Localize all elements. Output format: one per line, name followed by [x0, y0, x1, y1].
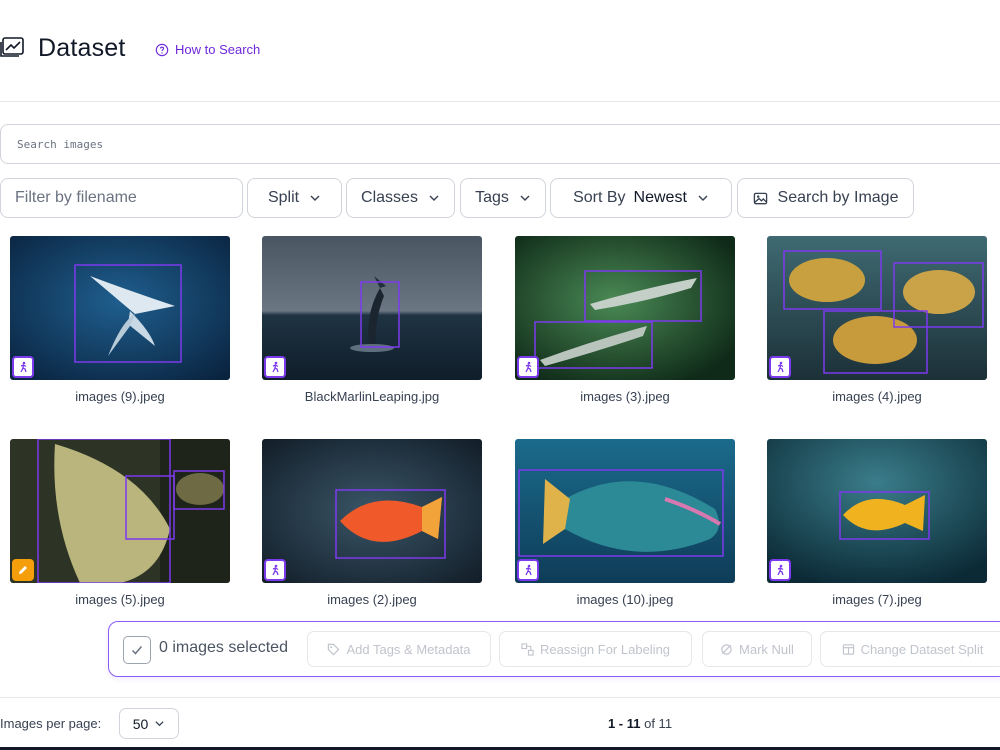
image-thumbnail[interactable] [262, 439, 482, 583]
image-thumbnail[interactable] [262, 236, 482, 380]
mark-null-button[interactable]: Mark Null [702, 631, 812, 667]
classes-label: Classes [361, 189, 418, 206]
image-thumbnail[interactable] [515, 236, 735, 380]
selection-action-bar: 0 images selected Add Tags & Metadata Re… [108, 621, 1000, 677]
split-dropdown[interactable]: Split [247, 178, 342, 218]
image-filename: images (4).jpeg [832, 389, 922, 404]
person-run-icon [20, 361, 27, 373]
selected-count: 0 images selected [159, 639, 288, 656]
tags-label: Tags [475, 189, 509, 206]
chevron-down-icon [310, 195, 320, 201]
search-by-image-label: Search by Image [777, 189, 899, 206]
reassign-labeling-button[interactable]: Reassign For Labeling [499, 631, 692, 667]
image-thumbnail[interactable] [515, 439, 735, 583]
status-badge [264, 559, 286, 581]
sort-dropdown[interactable]: Sort By Newest [550, 178, 732, 218]
change-split-button[interactable]: Change Dataset Split [820, 631, 1000, 667]
pagination-info: 1 - 11 of 11 [560, 716, 720, 731]
per-page-value: 50 [132, 715, 149, 732]
null-icon [721, 643, 732, 655]
reassign-labeling-label: Reassign For Labeling [539, 641, 671, 657]
add-tags-label: Add Tags & Metadata [346, 641, 471, 657]
search-input[interactable] [1, 125, 1000, 163]
person-run-icon [272, 564, 279, 576]
image-mackerel [515, 236, 735, 380]
status-badge [264, 356, 286, 378]
image-black-marlin [262, 236, 482, 380]
search-box [0, 124, 1000, 164]
how-to-search-link[interactable]: How to Search [155, 42, 260, 57]
filename-filter [0, 178, 243, 218]
how-to-search-label: How to Search [175, 42, 261, 57]
person-run-icon [525, 564, 532, 576]
image-icon [753, 192, 767, 204]
reassign-icon [521, 642, 534, 656]
image-red-fish [262, 439, 482, 583]
image-thumbnail[interactable] [10, 236, 230, 380]
add-tags-button[interactable]: Add Tags & Metadata [307, 631, 491, 667]
image-filename: images (5).jpeg [75, 592, 165, 607]
page-title: Dataset [38, 34, 126, 62]
search-by-image-button[interactable]: Search by Image [737, 178, 914, 218]
header-divider [0, 101, 1000, 102]
image-filename: images (7).jpeg [832, 592, 922, 607]
split-label: Split [267, 189, 300, 206]
status-badge [517, 356, 539, 378]
person-run-icon [777, 361, 784, 373]
image-yellow-fish [767, 439, 987, 583]
chevron-down-icon [520, 195, 530, 201]
status-badge [12, 559, 34, 581]
dataset-icon [0, 37, 24, 57]
page-total: of 11 [644, 716, 673, 731]
image-thumbnail[interactable] [767, 236, 987, 380]
per-page-select[interactable]: 50 [119, 708, 179, 739]
classes-dropdown[interactable]: Classes [346, 178, 455, 218]
image-filename: BlackMarlinLeaping.jpg [304, 389, 440, 404]
image-filename: images (10).jpeg [576, 592, 674, 607]
chevron-down-icon [698, 195, 708, 201]
person-run-icon [272, 361, 279, 373]
person-run-icon [777, 564, 784, 576]
image-grouper [10, 439, 230, 583]
check-icon [131, 646, 143, 655]
change-split-label: Change Dataset Split [860, 641, 984, 657]
status-badge [769, 559, 791, 581]
select-all-checkbox[interactable] [123, 636, 151, 664]
chevron-down-icon [155, 721, 164, 727]
chevron-down-icon [429, 195, 439, 201]
page-header: Dataset How to Search [0, 28, 1000, 72]
pencil-icon [19, 566, 27, 574]
status-badge [517, 559, 539, 581]
per-page-label: Images per page: [0, 716, 102, 731]
status-badge [12, 356, 34, 378]
image-sunfish [767, 236, 987, 380]
image-thumbnail[interactable] [767, 439, 987, 583]
sort-value: Newest [633, 189, 687, 206]
split-icon [842, 643, 854, 655]
image-parrotfish [515, 439, 735, 583]
filename-filter-input[interactable] [15, 189, 228, 207]
image-thumbnail[interactable] [10, 439, 230, 583]
image-filename: images (3).jpeg [580, 389, 670, 404]
image-filename: images (9).jpeg [75, 389, 165, 404]
image-flying-fish [10, 236, 230, 380]
tag-icon [328, 643, 340, 655]
sort-label: Sort By [573, 189, 626, 206]
status-badge [769, 356, 791, 378]
help-circle-icon [155, 43, 169, 56]
mark-null-label: Mark Null [739, 641, 794, 657]
footer-divider [0, 697, 1000, 698]
image-filename: images (2).jpeg [327, 592, 417, 607]
page-range: 1 - 11 [607, 716, 641, 731]
person-run-icon [525, 361, 532, 373]
tags-dropdown[interactable]: Tags [460, 178, 546, 218]
